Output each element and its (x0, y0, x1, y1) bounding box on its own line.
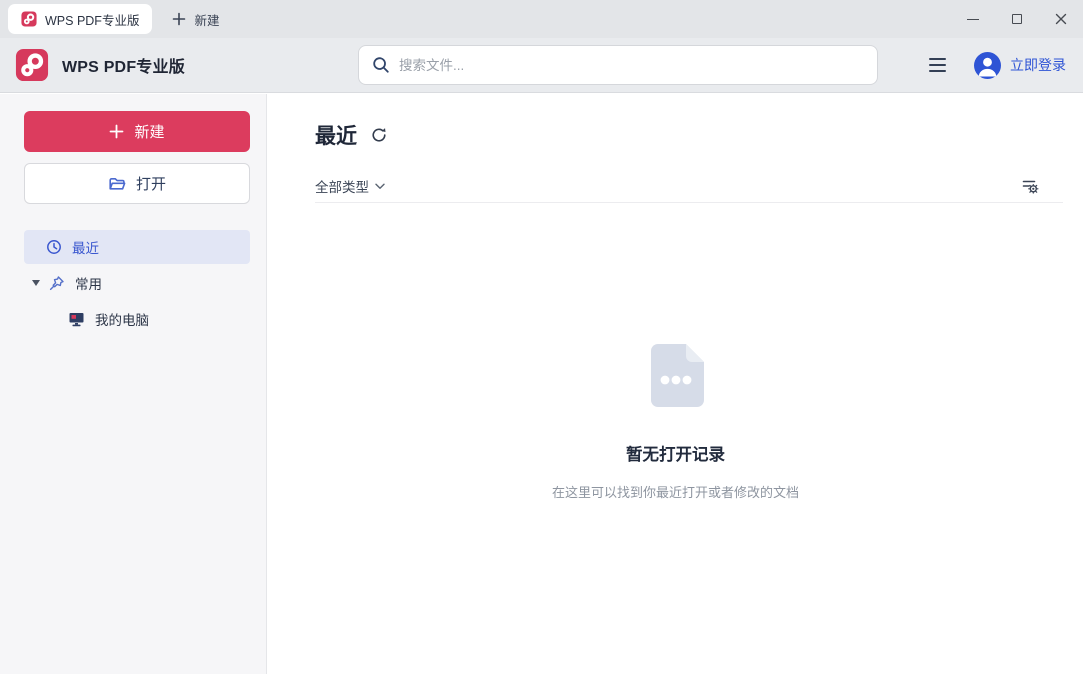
plus-icon (172, 12, 186, 26)
wps-pdf-logo-icon (21, 11, 37, 27)
page-title: 最近 (315, 120, 357, 150)
hamburger-icon (929, 58, 946, 60)
window-controls (951, 0, 1083, 38)
empty-state: 暂无打开记录 在这里可以找到你最近打开或者修改的文档 (268, 342, 1083, 501)
maximize-icon (1012, 14, 1022, 24)
search-box[interactable] (358, 45, 878, 85)
app-header: WPS PDF专业版 立即登录 (0, 38, 1083, 93)
brand: WPS PDF专业版 (15, 38, 185, 92)
search-icon (372, 56, 390, 74)
sidebar: 新建 打开 最近 常用 (0, 94, 267, 674)
sidebar-nav: 最近 常用 我的电脑 (0, 230, 266, 336)
open-button-label: 打开 (136, 173, 166, 194)
sidebar-item-recent[interactable]: 最近 (24, 230, 250, 264)
filter-row: 全部类型 (315, 170, 1063, 203)
plus-icon (109, 124, 124, 139)
open-file-button[interactable]: 打开 (24, 163, 250, 204)
sidebar-item-label: 我的电脑 (95, 309, 149, 329)
main-menu-button[interactable] (929, 58, 946, 72)
sidebar-item-my-computer[interactable]: 我的电脑 (24, 302, 250, 336)
collapse-arrow-icon[interactable] (32, 280, 40, 286)
clock-icon (46, 239, 62, 255)
refresh-icon (370, 126, 388, 144)
login-label: 立即登录 (1010, 55, 1066, 75)
sidebar-item-frequent[interactable]: 常用 (24, 266, 250, 300)
new-document-button[interactable]: 新建 (24, 111, 250, 152)
app-tab[interactable]: WPS PDF专业版 (8, 4, 152, 34)
computer-icon (68, 311, 85, 327)
list-settings-button[interactable] (1021, 177, 1039, 195)
pushpin-icon (48, 275, 65, 292)
maximize-button[interactable] (995, 0, 1039, 38)
tab-title: WPS PDF专业版 (45, 10, 139, 29)
login-button[interactable]: 立即登录 (974, 52, 1066, 79)
minimize-button[interactable] (951, 0, 995, 38)
main-content: 最近 全部类型 (268, 94, 1083, 674)
minimize-icon (967, 19, 979, 20)
file-type-filter[interactable]: 全部类型 (315, 176, 369, 196)
empty-state-title: 暂无打开记录 (626, 441, 725, 465)
list-gear-icon (1021, 177, 1039, 195)
sidebar-item-label: 最近 (72, 237, 99, 257)
search-input[interactable] (399, 46, 877, 84)
new-button-label: 新建 (134, 121, 164, 142)
folder-open-icon (108, 176, 126, 192)
empty-document-icon (644, 342, 708, 408)
main-head: 最近 (315, 120, 388, 150)
wps-pdf-logo-icon (15, 48, 49, 82)
refresh-button[interactable] (370, 126, 388, 144)
titlebar: WPS PDF专业版 新建 (0, 0, 1083, 38)
empty-state-subtitle: 在这里可以找到你最近打开或者修改的文档 (552, 482, 799, 501)
close-button[interactable] (1039, 0, 1083, 38)
avatar-icon (974, 52, 1001, 79)
new-tab-button[interactable]: 新建 (172, 10, 219, 29)
sidebar-item-label: 常用 (75, 273, 102, 293)
header-right: 立即登录 (929, 38, 1066, 92)
chevron-down-icon[interactable] (375, 183, 385, 190)
new-tab-label: 新建 (194, 10, 219, 29)
close-icon (1055, 13, 1067, 25)
app-title: WPS PDF专业版 (62, 53, 185, 77)
